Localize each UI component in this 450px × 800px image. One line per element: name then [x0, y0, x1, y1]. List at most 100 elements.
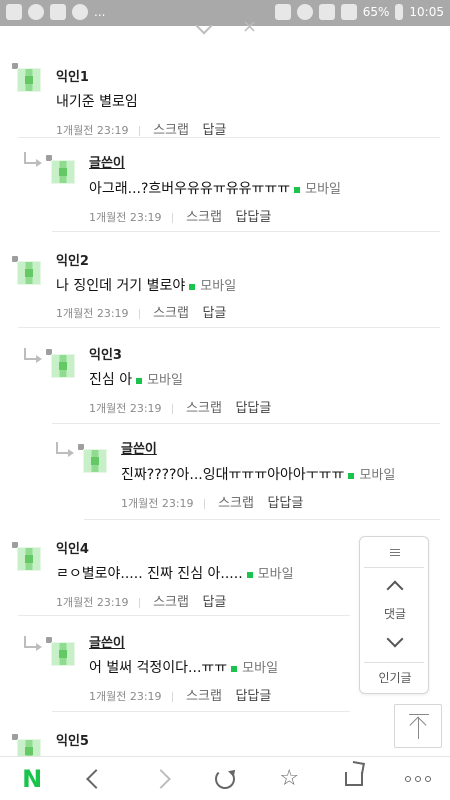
- more-button[interactable]: [390, 757, 446, 800]
- comment-meta: 1개월전 23:19 스크랩 답답글: [89, 206, 281, 225]
- reply-button[interactable]: 답답글: [267, 496, 303, 511]
- divider: [364, 567, 424, 568]
- comment-time: 1개월전 23:19: [89, 690, 162, 703]
- comment-text: 나 징인데 거기 별로야 모바일: [56, 275, 236, 295]
- clock: 10:05: [409, 5, 444, 19]
- comment-meta: 1개월전 23:19 스크랩 답글: [56, 591, 236, 610]
- chevron-right-icon: [150, 768, 171, 789]
- comment-item: 글쓴이 진짜????아...잉대ㅠㅠㅠ아아아ㅜㅠㅠ 모바일 1개월전 23:19 …: [56, 424, 440, 520]
- popular-posts-button[interactable]: 인기글: [360, 669, 430, 686]
- scroll-to-top-button[interactable]: [394, 704, 442, 748]
- top-bar: [409, 714, 429, 715]
- mute-icon: [274, 4, 291, 20]
- reply-button[interactable]: 답글: [202, 595, 226, 610]
- naver-logo-icon: N: [22, 764, 43, 793]
- comment-text: 아그래...?흐버우유유ㅠ유유ㅠㅠㅠ 모바일: [89, 178, 341, 198]
- avatar: [12, 63, 41, 92]
- scrap-button[interactable]: 스크랩: [186, 401, 222, 416]
- comment-meta: 1개월전 23:19 스크랩 답글: [56, 119, 236, 138]
- reply-arrow-icon: [56, 442, 74, 457]
- battery-percent: 65%: [362, 5, 390, 19]
- battery-icon: [395, 4, 404, 20]
- comment-text: ㄹㅇ별로야..... 진짜 진심 아..... 모바일: [56, 563, 294, 583]
- comment-item: 익인2 나 징인데 거기 별로야 모바일 1개월전 23:19 스크랩 답글: [12, 232, 440, 328]
- mobile-badge: 모바일: [246, 563, 294, 582]
- avatar: [46, 349, 75, 378]
- avatar: [78, 444, 107, 473]
- share-button[interactable]: [326, 757, 382, 800]
- comment-nick[interactable]: 익인1: [56, 66, 89, 85]
- reply-button[interactable]: 답글: [202, 123, 226, 138]
- divider: [364, 662, 424, 663]
- scrap-button[interactable]: 스크랩: [153, 595, 189, 610]
- forward-button[interactable]: [133, 757, 189, 800]
- comment-nick[interactable]: 익인5: [56, 730, 89, 749]
- scroll-down-button[interactable]: [386, 630, 404, 648]
- mobile-badge: 모바일: [189, 275, 236, 294]
- comment-item: 익인3 진심 아 모바일 1개월전 23:19 스크랩 답답글: [24, 328, 440, 424]
- comment-time: 1개월전 23:19: [56, 307, 129, 320]
- comment-text: 진짜????아...잉대ㅠㅠㅠ아아아ㅜㅠㅠ 모바일: [121, 464, 395, 484]
- signal-icon: [340, 4, 357, 20]
- scrap-button[interactable]: 스크랩: [218, 496, 254, 511]
- cloud-icon: [28, 4, 44, 20]
- avatar: [12, 256, 41, 285]
- comment-nick[interactable]: 익인2: [56, 250, 89, 269]
- comment-meta: 1개월전 23:19 스크랩 답답글: [89, 685, 281, 704]
- avatar: [12, 542, 41, 571]
- comment-nick[interactable]: 익인3: [89, 344, 122, 363]
- comment-text: 내기준 별로임: [56, 94, 138, 110]
- comment-meta: 1개월전 23:19 스크랩 답답글: [121, 492, 313, 511]
- comment-text: 진심 아 모바일: [89, 369, 183, 389]
- comment-meta: 1개월전 23:19 스크랩 답답글: [89, 397, 281, 416]
- comment-item: 글쓴이 아그래...?흐버우유유ㅠ유유ㅠㅠㅠ 모바일 1개월전 23:19 스크랩…: [24, 138, 440, 232]
- scrap-button[interactable]: 스크랩: [186, 689, 222, 704]
- comment-time: 1개월전 23:19: [121, 497, 194, 510]
- menu-button[interactable]: [360, 537, 430, 567]
- mobile-badge: 모바일: [136, 369, 183, 388]
- scroll-up-button[interactable]: [386, 580, 404, 598]
- more-icon: [404, 775, 431, 782]
- scrap-button[interactable]: 스크랩: [153, 123, 189, 138]
- notification-icon: [6, 4, 22, 20]
- mobile-badge: 모바일: [348, 464, 395, 483]
- status-bar: ... 65% 10:05: [0, 0, 450, 26]
- side-panel: 댓글 인기글: [359, 536, 429, 694]
- comment-nick[interactable]: 글쓴이: [89, 632, 125, 651]
- reply-button[interactable]: 답답글: [235, 689, 271, 704]
- reply-arrow-icon: [24, 152, 42, 167]
- more-notifications: ...: [94, 5, 106, 19]
- reload-button[interactable]: [197, 757, 253, 800]
- comment-item: 익인4 ㄹㅇ별로야..... 진짜 진심 아..... 모바일 1개월전 23:1…: [12, 520, 350, 616]
- alarm-icon: [296, 4, 313, 20]
- comments-label[interactable]: 댓글: [360, 605, 430, 622]
- reply-button[interactable]: 답답글: [235, 401, 271, 416]
- comment-nick[interactable]: 익인4: [56, 538, 89, 557]
- comment-nick[interactable]: 글쓴이: [89, 152, 125, 171]
- app-icon: [72, 4, 88, 20]
- arrow-head: [409, 716, 427, 734]
- avatar: [12, 734, 41, 756]
- scrap-button[interactable]: 스크랩: [186, 210, 222, 225]
- comment-time: 1개월전 23:19: [56, 596, 129, 609]
- reload-icon: [214, 768, 235, 789]
- close-icon[interactable]: ×: [242, 16, 257, 37]
- bookmark-button[interactable]: ☆: [261, 757, 317, 800]
- wifi-icon: [318, 4, 335, 20]
- chevron-left-icon: [86, 768, 107, 789]
- scrap-button[interactable]: 스크랩: [153, 306, 189, 321]
- star-icon: ☆: [279, 766, 300, 791]
- comment-text: 어 벌써 걱정이다...ㅠㅠ 모바일: [89, 657, 278, 677]
- top-controls: ×: [0, 16, 450, 37]
- home-button[interactable]: N: [4, 757, 60, 800]
- back-button[interactable]: [68, 757, 124, 800]
- reply-button[interactable]: 답글: [202, 306, 226, 321]
- comment-meta: 1개월전 23:19 스크랩 답글: [56, 302, 236, 321]
- image-icon: [50, 4, 66, 20]
- reply-arrow-icon: [24, 636, 42, 651]
- comment-nick[interactable]: 글쓴이: [121, 438, 157, 457]
- comment-item: 글쓴이 어 벌써 걱정이다...ㅠㅠ 모바일 1개월전 23:19 스크랩 답답글: [24, 616, 350, 712]
- share-icon: [344, 771, 363, 786]
- reply-button[interactable]: 답답글: [235, 210, 271, 225]
- reply-arrow-icon: [24, 348, 42, 363]
